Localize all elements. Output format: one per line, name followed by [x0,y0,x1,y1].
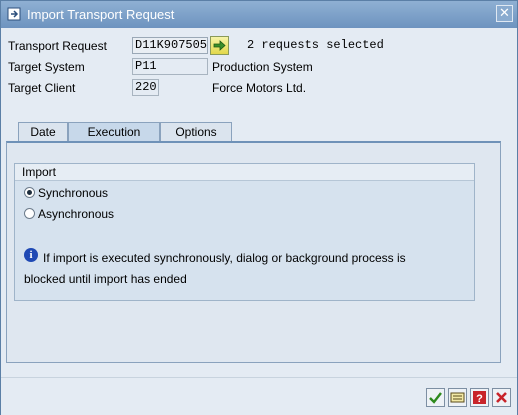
radio-selected-dot [27,190,32,195]
info-line-2: blocked until import has ended [24,272,187,286]
target-system-field[interactable]: P11 [132,58,208,75]
window-icon [7,7,21,21]
target-client-label: Target Client [8,81,76,95]
svg-text:?: ? [476,393,483,405]
target-client-description: Force Motors Ltd. [212,81,307,95]
tab-date[interactable]: Date [18,122,68,141]
schedule-button[interactable] [448,388,467,407]
checkmark-icon [429,392,442,404]
target-client-field[interactable]: 220 [132,79,159,96]
target-system-description: Production System [212,60,313,74]
cancel-button[interactable] [492,388,511,407]
arrow-right-icon [213,40,226,51]
cancel-icon [496,392,507,403]
dialog-footer: ? [1,377,517,415]
help-icon: ? [473,391,486,405]
asynchronous-label[interactable]: Asynchronous [38,207,114,221]
info-icon: i [24,248,38,262]
info-line-1: If import is executed synchronously, dia… [43,251,406,265]
goto-request-button[interactable] [210,36,229,55]
import-group-header: Import [15,164,474,181]
tab-execution[interactable]: Execution [68,122,160,142]
close-button[interactable]: ✕ [496,5,513,22]
tab-options[interactable]: Options [160,122,232,141]
transport-request-label: Transport Request [8,39,107,53]
title-bar: Import Transport Request ✕ [1,1,517,28]
schedule-icon [450,392,465,403]
import-group-title: Import [22,165,57,179]
confirm-button[interactable] [426,388,445,407]
selection-count-note: 2 requests selected [247,38,384,52]
transport-request-field[interactable]: D11K907505 [132,37,208,54]
help-button[interactable]: ? [470,388,489,407]
import-group: Import Synchronous Asynchronous i If imp… [14,163,475,301]
window-title: Import Transport Request [27,7,175,22]
synchronous-radio[interactable] [24,187,35,198]
execution-tab-panel: Import Synchronous Asynchronous i If imp… [6,141,501,363]
import-transport-dialog: Import Transport Request ✕ Transport Req… [0,0,518,415]
synchronous-label[interactable]: Synchronous [38,186,108,200]
import-info-text: If import is executed synchronously, dia… [24,248,463,290]
asynchronous-radio[interactable] [24,208,35,219]
target-system-label: Target System [8,60,85,74]
